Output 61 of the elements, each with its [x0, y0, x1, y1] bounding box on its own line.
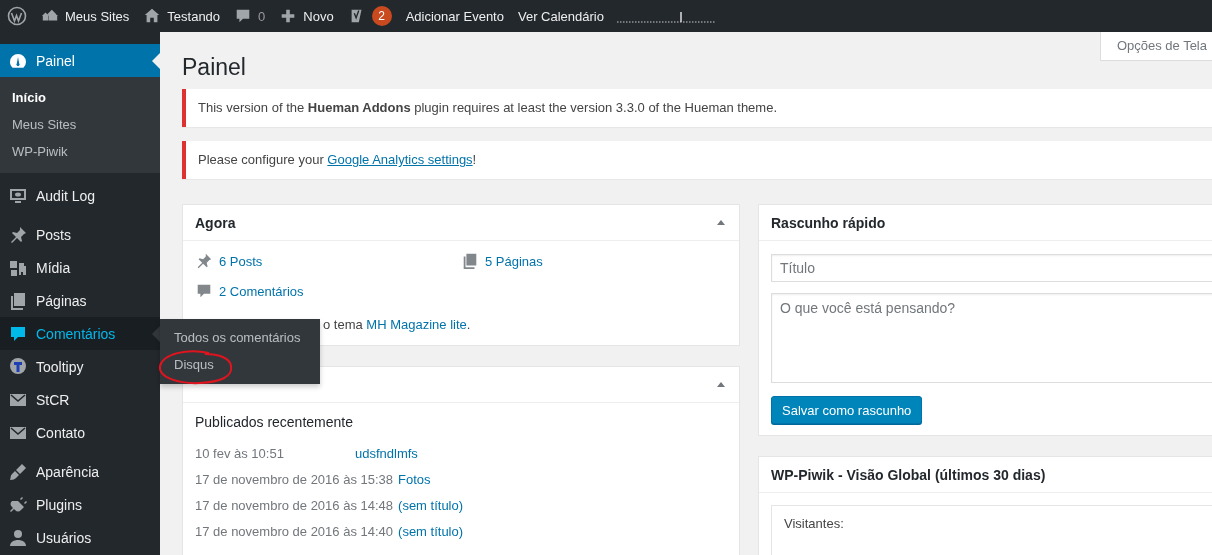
- stats-label: Visitantes:: [784, 516, 845, 531]
- widget-title: Agora: [195, 214, 236, 231]
- user-icon: [8, 527, 28, 548]
- wordpress-logo-icon: [7, 6, 27, 26]
- sites-menu-item[interactable]: Meus Sites: [34, 0, 137, 32]
- count-link[interactable]: 6 Posts: [219, 253, 263, 269]
- sidebar-menu-item[interactable]: Painel: [0, 44, 160, 77]
- theme-link[interactable]: MH Magazine lite: [366, 317, 467, 332]
- sidebar-menu-item[interactable]: Páginas: [0, 284, 160, 317]
- post-date: 17 de novembro de 2016 às 15:38: [195, 471, 394, 489]
- widget-title: Rascunho rápido: [771, 214, 886, 231]
- new-menu-item[interactable]: Novo: [272, 0, 341, 32]
- notice-text: Please configure your Google Analytics settings!: [198, 151, 478, 169]
- post-link[interactable]: udsfndlmfs: [355, 446, 418, 461]
- post-date: 17 de novembro de 2016 às 14:48: [195, 497, 394, 515]
- count-link[interactable]: 5 Páginas: [485, 253, 543, 269]
- post-link[interactable]: (sem título): [398, 524, 464, 539]
- content-field[interactable]: O que você está pensando?: [771, 293, 1212, 383]
- menu-item[interactable]: Adicionar Evento: [398, 0, 511, 32]
- submenu-item[interactable]: Meus Sites: [0, 111, 160, 138]
- paintbrush-icon: [8, 461, 28, 482]
- notice-text: This version of the Hueman Addons plugin requires at least the version 3.3.0 of the Hueman theme.: [198, 99, 779, 117]
- sidebar-menu-item[interactable]: Usuários: [0, 521, 160, 554]
- sidebar-menu-item[interactable]: Tooltipy: [0, 350, 160, 383]
- seo-menu-item[interactable]: 2: [340, 0, 399, 32]
- home-icon: [143, 7, 162, 25]
- notification-badge: 2: [371, 6, 392, 26]
- widget-title: WP-Piwik - Visão Global (últimos 30 dias): [771, 466, 1046, 483]
- save-draft-button[interactable]: Salvar como rascunho: [771, 396, 923, 424]
- sidebar-menu-item[interactable]: Audit Log: [0, 179, 160, 212]
- section-heading: Publicados recentemente: [195, 413, 354, 432]
- title-field[interactable]: Título: [771, 254, 1212, 282]
- sidebar-menu-item[interactable]: Posts: [0, 218, 160, 251]
- submenu-item[interactable]: WP-Piwik: [0, 138, 160, 165]
- screen-options-tab[interactable]: Opções de Tela: [1099, 32, 1212, 61]
- sidebar-menu-item[interactable]: Plugins: [0, 488, 160, 521]
- post-date: 10 fev às 10:51: [195, 445, 285, 463]
- tooltip-bubble-icon: [8, 356, 28, 377]
- page-title: Painel: [182, 53, 247, 82]
- post-link[interactable]: (sem título): [398, 498, 464, 513]
- speech-bubble-icon: [195, 282, 213, 300]
- count-link[interactable]: 2 Comentários: [219, 283, 304, 299]
- pages-icon: [8, 290, 28, 311]
- flyout-menu-item[interactable]: Disqus: [160, 351, 320, 378]
- sidebar-menu-item[interactable]: Aparência: [0, 455, 160, 488]
- theme-text: o tema MH Magazine lite.: [323, 316, 472, 334]
- menu-item[interactable]: Ver Calendário: [510, 0, 611, 32]
- comments-menu-item[interactable]: 0: [227, 0, 273, 32]
- submenu-item[interactable]: Início: [0, 84, 160, 111]
- pin-icon: [195, 252, 213, 270]
- flyout-menu-item[interactable]: Todos os comentários: [160, 324, 320, 351]
- settings-link[interactable]: Google Analytics settings: [327, 152, 473, 167]
- post-link[interactable]: Fotos: [398, 472, 431, 487]
- home-menu-item[interactable]: Testando: [136, 0, 228, 32]
- sidebar-menu-item[interactable]: Contato: [0, 416, 160, 449]
- sidebar-menu-item[interactable]: Comentários: [0, 317, 160, 350]
- sidebar-menu-item[interactable]: Mídia: [0, 251, 160, 284]
- pages-icon: [461, 252, 479, 270]
- post-date: 17 de novembro de 2016 às 14:40: [195, 523, 394, 541]
- sidebar-menu-item[interactable]: StCR: [0, 383, 160, 416]
- plug-icon: [8, 494, 28, 515]
